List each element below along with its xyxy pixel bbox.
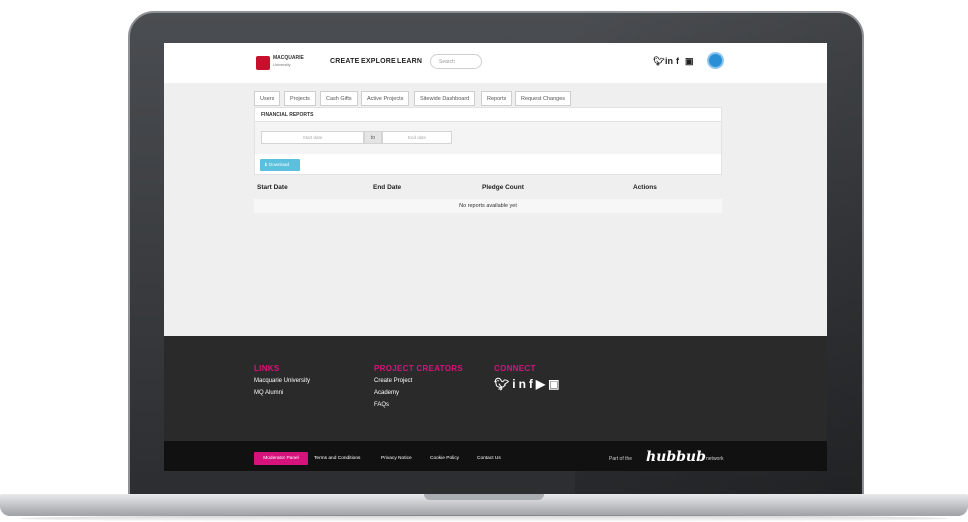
start-date-input[interactable]: Start date <box>261 131 364 144</box>
footer-bottom-bar: Moderator Panel Terms and Conditions Pri… <box>164 441 827 471</box>
financial-reports-panel: FINANCIAL REPORTS Start date to End date… <box>254 107 722 175</box>
instagram-icon[interactable]: ▣ <box>685 56 694 67</box>
hubbub-logo[interactable]: hubbub <box>646 449 706 465</box>
column-header-end-date: End Date <box>373 184 402 191</box>
download-button[interactable]: ⬇ Download <box>260 159 300 171</box>
facebook-icon[interactable]: f <box>529 377 536 391</box>
cookie-policy-link[interactable]: Cookie Policy <box>430 456 459 461</box>
footer-link-faqs[interactable]: FAQs <box>374 402 389 408</box>
tab-reports[interactable]: Reports <box>481 91 513 106</box>
empty-table-message: No reports available yet <box>254 199 722 213</box>
footer-link-academy[interactable]: Academy <box>374 390 399 396</box>
site-header: MACQUARIE University CREATE EXPLORE LEAR… <box>164 43 827 83</box>
footer-social-icons: 🐦︎inf▶▣ <box>494 377 562 391</box>
tab-active-projects[interactable]: Active Projects <box>361 91 410 106</box>
linkedin-icon[interactable]: in <box>665 56 673 66</box>
laptop-screen: MACQUARIE University CREATE EXPLORE LEAR… <box>164 43 827 471</box>
twitter-icon[interactable]: 🐦︎ <box>494 377 512 391</box>
facebook-icon[interactable]: f <box>676 56 679 66</box>
nav-explore[interactable]: EXPLORE <box>361 58 396 65</box>
laptop-notch <box>424 494 544 500</box>
logo-title: MACQUARIE <box>273 55 304 61</box>
instagram-icon[interactable]: ▣ <box>548 377 562 391</box>
footer-links-heading: LINKS <box>254 364 280 373</box>
footer-connect-heading: CONNECT <box>494 364 536 373</box>
tab-request-changes[interactable]: Request Changes <box>515 91 572 106</box>
network-label: network <box>706 456 724 462</box>
panel-title: FINANCIAL REPORTS <box>255 108 721 122</box>
column-header-actions: Actions <box>633 184 657 191</box>
nav-learn[interactable]: LEARN <box>397 58 422 65</box>
column-header-pledge-count: Pledge Count <box>482 184 524 191</box>
logo-subtitle: University <box>273 62 291 67</box>
to-label: to <box>364 131 382 144</box>
youtube-icon[interactable]: ▶ <box>536 377 548 391</box>
tab-cash-gifts[interactable]: Cash Gifts <box>320 91 358 106</box>
macquarie-logo-icon[interactable] <box>256 56 270 70</box>
part-of-label: Part of the <box>609 456 633 462</box>
user-avatar[interactable] <box>707 52 724 69</box>
end-date-input[interactable]: End date <box>382 131 452 144</box>
contact-us-link[interactable]: Contact Us <box>477 456 501 461</box>
footer-creators-heading: PROJECT CREATORS <box>374 364 463 373</box>
tab-projects[interactable]: Projects <box>284 91 316 106</box>
tab-sitewide-dashboard[interactable]: Sitewide Dashboard <box>414 91 476 106</box>
privacy-link[interactable]: Privacy Notice <box>381 456 412 461</box>
nav-create[interactable]: CREATE <box>330 58 359 65</box>
laptop-shadow <box>20 515 948 522</box>
footer-link-create-project[interactable]: Create Project <box>374 378 412 384</box>
twitter-icon[interactable]: 🐦︎ <box>653 56 664 67</box>
moderator-panel-button[interactable]: Moderator Panel <box>254 452 308 465</box>
search-input[interactable]: Search <box>430 54 482 69</box>
footer-link-macquarie[interactable]: Macquarie University <box>254 378 310 384</box>
site-footer: LINKS Macquarie University MQ Alumni PRO… <box>164 336 827 441</box>
linkedin-icon[interactable]: in <box>512 377 529 391</box>
column-header-start-date: Start Date <box>257 184 288 191</box>
footer-link-alumni[interactable]: MQ Alumni <box>254 390 283 396</box>
terms-link[interactable]: Terms and Conditions <box>314 456 360 461</box>
tab-users[interactable]: Users <box>254 91 281 106</box>
